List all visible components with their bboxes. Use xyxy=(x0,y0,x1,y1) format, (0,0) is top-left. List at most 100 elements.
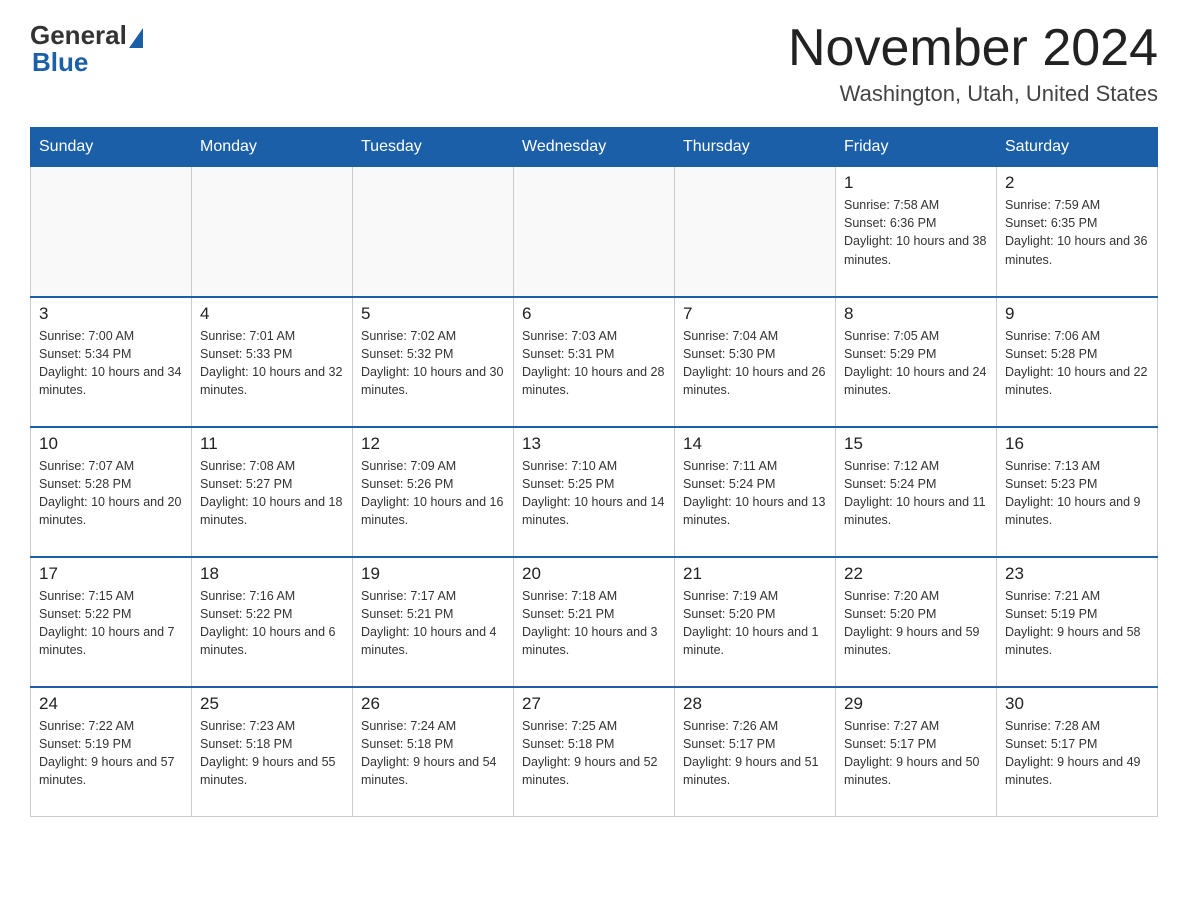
day-number: 7 xyxy=(683,304,827,324)
calendar-cell: 5 Sunrise: 7:02 AM Sunset: 5:32 PM Daylig… xyxy=(353,297,514,427)
calendar-week-row: 1 Sunrise: 7:58 AM Sunset: 6:36 PM Daylig… xyxy=(31,167,1158,297)
day-number: 23 xyxy=(1005,564,1149,584)
day-info: Sunrise: 7:10 AM Sunset: 5:25 PM Dayligh… xyxy=(522,457,666,530)
calendar-cell: 16Sunrise: 7:13 AM Sunset: 5:23 PM Dayli… xyxy=(997,427,1158,557)
calendar-week-row: 24 Sunrise: 7:22 AM Sunset: 5:19 PM Dayli… xyxy=(31,687,1158,817)
day-number: 6 xyxy=(522,304,666,324)
calendar-cell: 26 Sunrise: 7:24 AM Sunset: 5:18 PM Dayli… xyxy=(353,687,514,817)
day-number: 25 xyxy=(200,694,344,714)
day-info: Sunrise: 7:16 AM Sunset: 5:22 PM Dayligh… xyxy=(200,587,344,660)
day-info: Sunrise: 7:04 AM Sunset: 5:30 PM Dayligh… xyxy=(683,327,827,400)
calendar-cell: 19 Sunrise: 7:17 AM Sunset: 5:21 PM Dayli… xyxy=(353,557,514,687)
day-number: 16 xyxy=(1005,434,1149,454)
calendar-cell: 8Sunrise: 7:05 AM Sunset: 5:29 PM Daylig… xyxy=(836,297,997,427)
calendar-cell: 14Sunrise: 7:11 AM Sunset: 5:24 PM Dayli… xyxy=(675,427,836,557)
calendar-cell: 28 Sunrise: 7:26 AM Sunset: 5:17 PM Dayli… xyxy=(675,687,836,817)
column-header-wednesday: Wednesday xyxy=(514,128,675,167)
day-number: 3 xyxy=(39,304,183,324)
calendar-cell: 2 Sunrise: 7:59 AM Sunset: 6:35 PM Daylig… xyxy=(997,167,1158,297)
day-info: Sunrise: 7:17 AM Sunset: 5:21 PM Dayligh… xyxy=(361,587,505,660)
calendar-cell: 21 Sunrise: 7:19 AM Sunset: 5:20 PM Dayli… xyxy=(675,557,836,687)
day-info: Sunrise: 7:23 AM Sunset: 5:18 PM Dayligh… xyxy=(200,717,344,790)
day-info: Sunrise: 7:21 AM Sunset: 5:19 PM Dayligh… xyxy=(1005,587,1149,660)
day-number: 5 xyxy=(361,304,505,324)
day-info: Sunrise: 7:25 AM Sunset: 5:18 PM Dayligh… xyxy=(522,717,666,790)
day-number: 24 xyxy=(39,694,183,714)
day-number: 13 xyxy=(522,434,666,454)
day-number: 2 xyxy=(1005,173,1149,193)
day-number: 28 xyxy=(683,694,827,714)
calendar-cell: 20Sunrise: 7:18 AM Sunset: 5:21 PM Dayli… xyxy=(514,557,675,687)
calendar-cell: 23 Sunrise: 7:21 AM Sunset: 5:19 PM Dayli… xyxy=(997,557,1158,687)
calendar-cell: 12Sunrise: 7:09 AM Sunset: 5:26 PM Dayli… xyxy=(353,427,514,557)
calendar-cell xyxy=(675,167,836,297)
column-header-thursday: Thursday xyxy=(675,128,836,167)
calendar-table: SundayMondayTuesdayWednesdayThursdayFrid… xyxy=(30,127,1158,817)
page-header: General Blue November 2024 Washington, U… xyxy=(30,20,1158,107)
logo-triangle-icon xyxy=(129,28,143,48)
calendar-week-row: 3 Sunrise: 7:00 AM Sunset: 5:34 PM Daylig… xyxy=(31,297,1158,427)
day-number: 22 xyxy=(844,564,988,584)
calendar-cell: 11 Sunrise: 7:08 AM Sunset: 5:27 PM Dayli… xyxy=(192,427,353,557)
day-info: Sunrise: 7:59 AM Sunset: 6:35 PM Dayligh… xyxy=(1005,196,1149,269)
day-info: Sunrise: 7:12 AM Sunset: 5:24 PM Dayligh… xyxy=(844,457,988,530)
day-info: Sunrise: 7:24 AM Sunset: 5:18 PM Dayligh… xyxy=(361,717,505,790)
calendar-cell: 29 Sunrise: 7:27 AM Sunset: 5:17 PM Dayli… xyxy=(836,687,997,817)
day-number: 17 xyxy=(39,564,183,584)
day-number: 29 xyxy=(844,694,988,714)
month-title: November 2024 xyxy=(788,20,1158,77)
day-info: Sunrise: 7:19 AM Sunset: 5:20 PM Dayligh… xyxy=(683,587,827,660)
calendar-cell: 1 Sunrise: 7:58 AM Sunset: 6:36 PM Daylig… xyxy=(836,167,997,297)
calendar-cell: 6Sunrise: 7:03 AM Sunset: 5:31 PM Daylig… xyxy=(514,297,675,427)
day-info: Sunrise: 7:02 AM Sunset: 5:32 PM Dayligh… xyxy=(361,327,505,400)
column-header-monday: Monday xyxy=(192,128,353,167)
day-info: Sunrise: 7:58 AM Sunset: 6:36 PM Dayligh… xyxy=(844,196,988,269)
location-title: Washington, Utah, United States xyxy=(788,81,1158,107)
calendar-week-row: 10Sunrise: 7:07 AM Sunset: 5:28 PM Dayli… xyxy=(31,427,1158,557)
calendar-cell: 10Sunrise: 7:07 AM Sunset: 5:28 PM Dayli… xyxy=(31,427,192,557)
calendar-cell: 15 Sunrise: 7:12 AM Sunset: 5:24 PM Dayli… xyxy=(836,427,997,557)
calendar-cell: 9Sunrise: 7:06 AM Sunset: 5:28 PM Daylig… xyxy=(997,297,1158,427)
column-header-sunday: Sunday xyxy=(31,128,192,167)
calendar-week-row: 17 Sunrise: 7:15 AM Sunset: 5:22 PM Dayli… xyxy=(31,557,1158,687)
calendar-cell xyxy=(31,167,192,297)
day-info: Sunrise: 7:01 AM Sunset: 5:33 PM Dayligh… xyxy=(200,327,344,400)
day-number: 21 xyxy=(683,564,827,584)
calendar-cell: 17 Sunrise: 7:15 AM Sunset: 5:22 PM Dayli… xyxy=(31,557,192,687)
day-number: 1 xyxy=(844,173,988,193)
calendar-cell xyxy=(353,167,514,297)
day-info: Sunrise: 7:08 AM Sunset: 5:27 PM Dayligh… xyxy=(200,457,344,530)
day-number: 15 xyxy=(844,434,988,454)
day-number: 18 xyxy=(200,564,344,584)
day-info: Sunrise: 7:27 AM Sunset: 5:17 PM Dayligh… xyxy=(844,717,988,790)
day-info: Sunrise: 7:28 AM Sunset: 5:17 PM Dayligh… xyxy=(1005,717,1149,790)
day-number: 11 xyxy=(200,434,344,454)
title-area: November 2024 Washington, Utah, United S… xyxy=(788,20,1158,107)
calendar-cell: 27 Sunrise: 7:25 AM Sunset: 5:18 PM Dayli… xyxy=(514,687,675,817)
day-number: 30 xyxy=(1005,694,1149,714)
calendar-cell: 4Sunrise: 7:01 AM Sunset: 5:33 PM Daylig… xyxy=(192,297,353,427)
column-header-friday: Friday xyxy=(836,128,997,167)
day-info: Sunrise: 7:15 AM Sunset: 5:22 PM Dayligh… xyxy=(39,587,183,660)
day-info: Sunrise: 7:05 AM Sunset: 5:29 PM Dayligh… xyxy=(844,327,988,400)
day-number: 27 xyxy=(522,694,666,714)
day-info: Sunrise: 7:00 AM Sunset: 5:34 PM Dayligh… xyxy=(39,327,183,400)
logo-blue-text: Blue xyxy=(32,47,88,78)
day-info: Sunrise: 7:22 AM Sunset: 5:19 PM Dayligh… xyxy=(39,717,183,790)
day-number: 12 xyxy=(361,434,505,454)
column-header-tuesday: Tuesday xyxy=(353,128,514,167)
day-info: Sunrise: 7:07 AM Sunset: 5:28 PM Dayligh… xyxy=(39,457,183,530)
day-info: Sunrise: 7:26 AM Sunset: 5:17 PM Dayligh… xyxy=(683,717,827,790)
day-number: 19 xyxy=(361,564,505,584)
calendar-cell: 25 Sunrise: 7:23 AM Sunset: 5:18 PM Dayli… xyxy=(192,687,353,817)
day-info: Sunrise: 7:11 AM Sunset: 5:24 PM Dayligh… xyxy=(683,457,827,530)
day-number: 26 xyxy=(361,694,505,714)
day-info: Sunrise: 7:06 AM Sunset: 5:28 PM Dayligh… xyxy=(1005,327,1149,400)
calendar-cell xyxy=(192,167,353,297)
calendar-cell: 30 Sunrise: 7:28 AM Sunset: 5:17 PM Dayli… xyxy=(997,687,1158,817)
column-header-saturday: Saturday xyxy=(997,128,1158,167)
calendar-cell: 13 Sunrise: 7:10 AM Sunset: 5:25 PM Dayli… xyxy=(514,427,675,557)
calendar-header-row: SundayMondayTuesdayWednesdayThursdayFrid… xyxy=(31,128,1158,167)
logo: General Blue xyxy=(30,20,143,78)
day-info: Sunrise: 7:20 AM Sunset: 5:20 PM Dayligh… xyxy=(844,587,988,660)
